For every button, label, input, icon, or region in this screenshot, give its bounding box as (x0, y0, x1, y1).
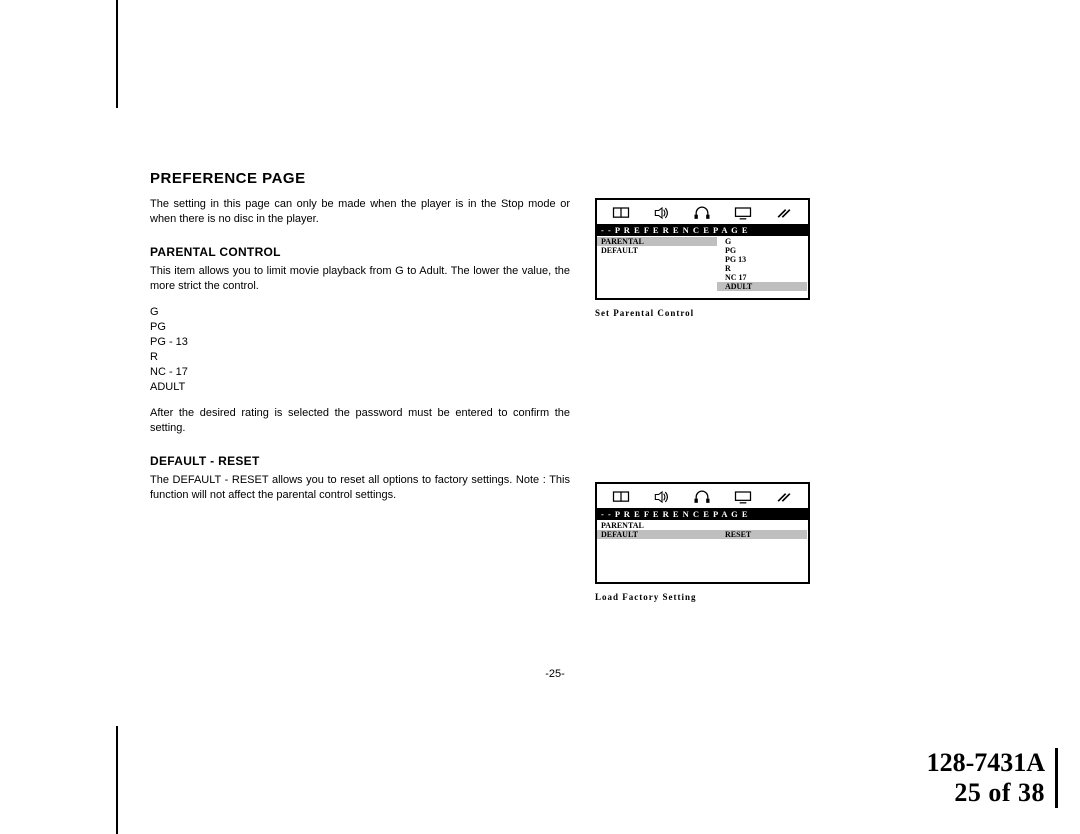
rating-item: ADULT (150, 380, 570, 395)
section-parental-para1: This item allows you to limit movie play… (150, 264, 570, 294)
tools-icon (774, 489, 794, 505)
crop-mark-bottom (116, 726, 118, 834)
osd-right-item: ADULT (717, 282, 807, 291)
rating-item: PG (150, 320, 570, 335)
osd-panel-default: - - P R E F E R E N C E P A G E PARENTAL… (595, 482, 810, 584)
ratings-list: G PG PG - 13 R NC - 17 ADULT (150, 305, 570, 394)
rating-item: R (150, 350, 570, 365)
osd-left-item: PARENTAL (597, 237, 717, 246)
crop-mark-top (116, 0, 118, 108)
osd-left-item: DEFAULT (597, 246, 717, 255)
doc-id-page: 25 of 38 (927, 778, 1045, 808)
page-number: -25- (150, 668, 960, 680)
headphones-icon (692, 205, 712, 221)
doc-id-number: 128-7431A (927, 748, 1045, 778)
illustration-column: - - P R E F E R E N C E P A G E PARENTAL… (595, 198, 810, 626)
rating-item: PG - 13 (150, 335, 570, 350)
section-parental-para2: After the desired rating is selected the… (150, 406, 570, 436)
osd-body: PARENTAL DEFAULT RESET (597, 520, 808, 582)
section-default-para: The DEFAULT - RESET allows you to reset … (150, 473, 570, 503)
osd-icon-row (597, 484, 808, 508)
monitor-icon (733, 205, 753, 221)
osd-caption: Load Factory Setting (595, 592, 810, 602)
osd-right-item: NC 17 (717, 273, 807, 282)
osd-left-item: PARENTAL (597, 521, 717, 530)
osd-right-item: PG 13 (717, 255, 807, 264)
rating-item: G (150, 305, 570, 320)
osd-right-item: G (717, 237, 807, 246)
osd-left-item: DEFAULT (597, 530, 717, 539)
osd-right-item: PG (717, 246, 807, 255)
intro-paragraph: The setting in this page can only be mad… (150, 197, 570, 227)
osd-right-item (717, 521, 807, 530)
manual-page: PREFERENCE PAGE The setting in this page… (150, 170, 960, 680)
osd-right-item: R (717, 264, 807, 273)
rating-item: NC - 17 (150, 365, 570, 380)
tools-icon (774, 205, 794, 221)
spacer (595, 342, 810, 482)
osd-panel-parental: - - P R E F E R E N C E P A G E PARENTAL… (595, 198, 810, 300)
osd-title: - - P R E F E R E N C E P A G E (597, 508, 808, 520)
page-title: PREFERENCE PAGE (150, 170, 570, 187)
text-column: PREFERENCE PAGE The setting in this page… (150, 170, 570, 503)
section-parental-heading: PARENTAL CONTROL (150, 245, 570, 259)
book-icon (611, 489, 631, 505)
section-default-heading: DEFAULT - RESET (150, 454, 570, 468)
headphones-icon (692, 489, 712, 505)
speaker-icon (652, 205, 672, 221)
osd-icon-row (597, 200, 808, 224)
document-id: 128-7431A 25 of 38 (927, 748, 1058, 808)
osd-caption: Set Parental Control (595, 308, 810, 318)
osd-body: PARENTAL G DEFAULT PG PG 13 R NC 17 ADUL… (597, 236, 808, 298)
monitor-icon (733, 489, 753, 505)
book-icon (611, 205, 631, 221)
osd-title: - - P R E F E R E N C E P A G E (597, 224, 808, 236)
speaker-icon (652, 489, 672, 505)
osd-right-item: RESET (717, 530, 807, 539)
